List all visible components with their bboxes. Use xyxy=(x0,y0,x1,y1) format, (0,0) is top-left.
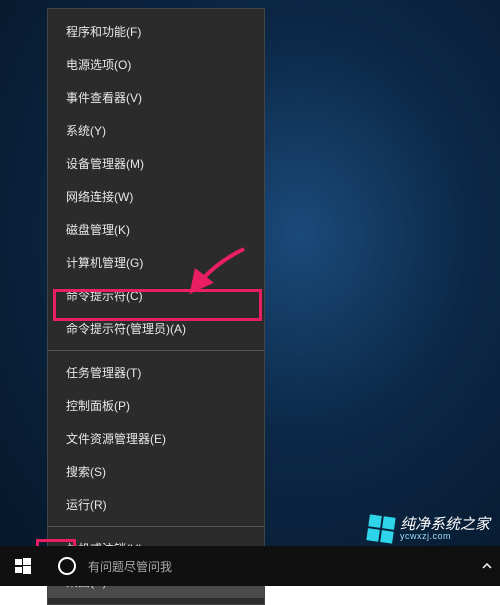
menu-item-task-manager[interactable]: 任务管理器(T) xyxy=(48,356,264,389)
menu-item-label: 控制面板(P) xyxy=(66,397,130,414)
menu-item-label: 运行(R) xyxy=(66,496,107,513)
menu-item-label: 文件资源管理器(E) xyxy=(66,430,166,447)
menu-item-network-connections[interactable]: 网络连接(W) xyxy=(48,180,264,213)
menu-item-label: 计算机管理(G) xyxy=(66,254,143,271)
menu-item-label: 磁盘管理(K) xyxy=(66,221,130,238)
windows-logo-icon xyxy=(15,558,31,574)
menu-item-disk-management[interactable]: 磁盘管理(K) xyxy=(48,213,264,246)
menu-item-label: 命令提示符(管理员)(A) xyxy=(66,320,186,337)
watermark-url: ycwxzj.com xyxy=(400,532,490,541)
menu-item-command-prompt-admin[interactable]: 命令提示符(管理员)(A) xyxy=(48,312,264,345)
menu-item-label: 命令提示符(C) xyxy=(66,287,143,304)
menu-item-system[interactable]: 系统(Y) xyxy=(48,114,264,147)
menu-item-control-panel[interactable]: 控制面板(P) xyxy=(48,389,264,422)
menu-item-label: 任务管理器(T) xyxy=(66,364,141,381)
taskbar: 有问题尽管问我 xyxy=(0,546,500,586)
menu-item-event-viewer[interactable]: 事件查看器(V) xyxy=(48,81,264,114)
menu-item-label: 搜索(S) xyxy=(66,463,106,480)
desktop-background: 程序和功能(F) 电源选项(O) 事件查看器(V) 系统(Y) 设备管理器(M) 网络连接… xyxy=(0,0,500,586)
system-tray[interactable] xyxy=(474,546,500,586)
menu-item-label: 设备管理器(M) xyxy=(66,155,144,172)
menu-item-label: 程序和功能(F) xyxy=(66,23,141,40)
search-placeholder: 有问题尽管问我 xyxy=(88,558,172,575)
menu-item-run[interactable]: 运行(R) xyxy=(48,488,264,521)
menu-item-label: 网络连接(W) xyxy=(66,188,133,205)
watermark-title: 纯净系统之家 xyxy=(400,517,490,532)
menu-item-label: 事件查看器(V) xyxy=(66,89,142,106)
menu-item-label: 电源选项(O) xyxy=(66,56,131,73)
winx-context-menu: 程序和功能(F) 电源选项(O) 事件查看器(V) 系统(Y) 设备管理器(M) 网络连接… xyxy=(47,8,265,605)
cortana-icon xyxy=(58,557,76,575)
tray-chevron-up-icon xyxy=(480,559,494,573)
menu-divider xyxy=(48,350,264,351)
menu-item-label: 系统(Y) xyxy=(66,122,106,139)
start-button[interactable] xyxy=(0,546,46,586)
watermark-logo-icon xyxy=(366,514,395,543)
menu-item-search[interactable]: 搜索(S) xyxy=(48,455,264,488)
menu-item-device-manager[interactable]: 设备管理器(M) xyxy=(48,147,264,180)
menu-item-file-explorer[interactable]: 文件资源管理器(E) xyxy=(48,422,264,455)
menu-item-power-options[interactable]: 电源选项(O) xyxy=(48,48,264,81)
cortana-search-box[interactable]: 有问题尽管问我 xyxy=(46,546,298,586)
menu-item-programs-features[interactable]: 程序和功能(F) xyxy=(48,15,264,48)
menu-item-computer-management[interactable]: 计算机管理(G) xyxy=(48,246,264,279)
menu-divider xyxy=(48,526,264,527)
website-watermark: 纯净系统之家 ycwxzj.com xyxy=(362,512,496,546)
menu-item-command-prompt[interactable]: 命令提示符(C) xyxy=(48,279,264,312)
